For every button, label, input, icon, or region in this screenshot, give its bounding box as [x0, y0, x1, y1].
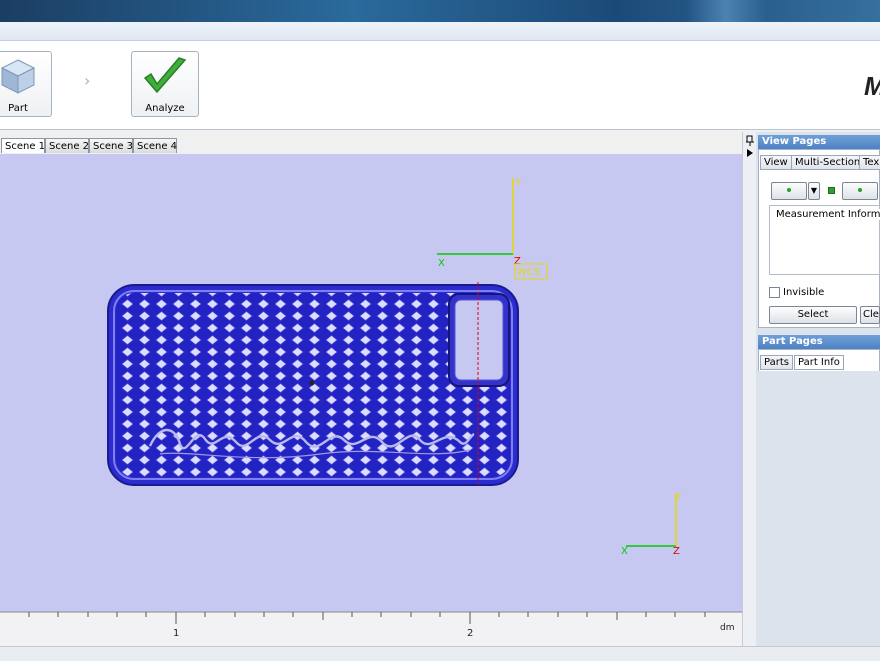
chevron-down-icon: ▼: [810, 186, 818, 195]
window-title-bar: [0, 0, 880, 22]
analyze-button-label: Analyze: [145, 103, 185, 114]
brand-logo: M: [864, 71, 880, 102]
point-icon: [858, 188, 862, 192]
tab-scene-2[interactable]: Scene 2: [45, 138, 89, 153]
measurement-group: Measurement Informatio: [769, 205, 880, 275]
cube-icon: [0, 59, 36, 94]
tab-parts[interactable]: Parts: [760, 355, 793, 370]
measure-point-button[interactable]: [771, 182, 807, 200]
invisible-label: Invisible: [783, 287, 825, 298]
measure-point-button-2[interactable]: [842, 182, 878, 200]
analyze-button[interactable]: Analyze: [131, 51, 199, 117]
invisible-checkbox[interactable]: [769, 287, 780, 298]
clear-button[interactable]: Clea: [860, 306, 880, 324]
title-bar-glow: [686, 0, 766, 22]
tab-scene-4[interactable]: Scene 4: [133, 138, 177, 153]
scene-canvas[interactable]: Y X Z WCS Y X Z 1 2 dm: [0, 154, 742, 646]
point-icon: [787, 188, 791, 192]
tab-view[interactable]: View: [760, 155, 792, 170]
triad-z-label: Z: [673, 546, 680, 557]
3d-viewport[interactable]: Y X Z WCS Y X Z 1 2 dm: [0, 154, 742, 646]
select-button[interactable]: Select: [769, 306, 857, 324]
tab-tex[interactable]: Tex: [859, 155, 880, 170]
ruler-unit: dm: [720, 623, 734, 633]
wcs-x-label: X: [438, 258, 445, 269]
tab-scene-3[interactable]: Scene 3: [89, 138, 133, 153]
measure-dropdown-button[interactable]: ▼: [808, 182, 820, 200]
status-bar: [0, 646, 880, 661]
wcs-label: WCS: [517, 267, 540, 278]
checkmark-icon: [143, 57, 187, 94]
ruler: [0, 612, 742, 646]
tab-scene-1[interactable]: Scene 1: [1, 138, 45, 153]
part-button-label: Part: [8, 103, 28, 114]
center-marker: [309, 380, 315, 386]
menu-bar: [0, 22, 880, 41]
panel-splitter[interactable]: [742, 132, 756, 646]
tab-part-info[interactable]: Part Info: [794, 355, 844, 370]
triad-y-label: Y: [674, 492, 682, 503]
ruler-label-2: 2: [467, 628, 473, 639]
chevron-right-icon: ›: [84, 71, 91, 90]
ruler-label-1: 1: [173, 628, 179, 639]
wcs-y-label: Y: [514, 178, 522, 189]
view-pages-header: View Pages: [758, 135, 880, 149]
pin-icon[interactable]: [744, 135, 756, 159]
triad-x-label: X: [621, 546, 628, 557]
play-icon[interactable]: [828, 187, 835, 194]
measurement-info-label: Measurement Informatio: [776, 209, 880, 220]
tab-multi-section[interactable]: Multi-Section: [791, 155, 865, 170]
ribbon-toolbar: Part › Analyze M inn: [0, 41, 880, 146]
part-pages-header: Part Pages: [758, 335, 880, 349]
part-button[interactable]: Part: [0, 51, 52, 117]
camera-cutout-hole: [454, 299, 504, 381]
